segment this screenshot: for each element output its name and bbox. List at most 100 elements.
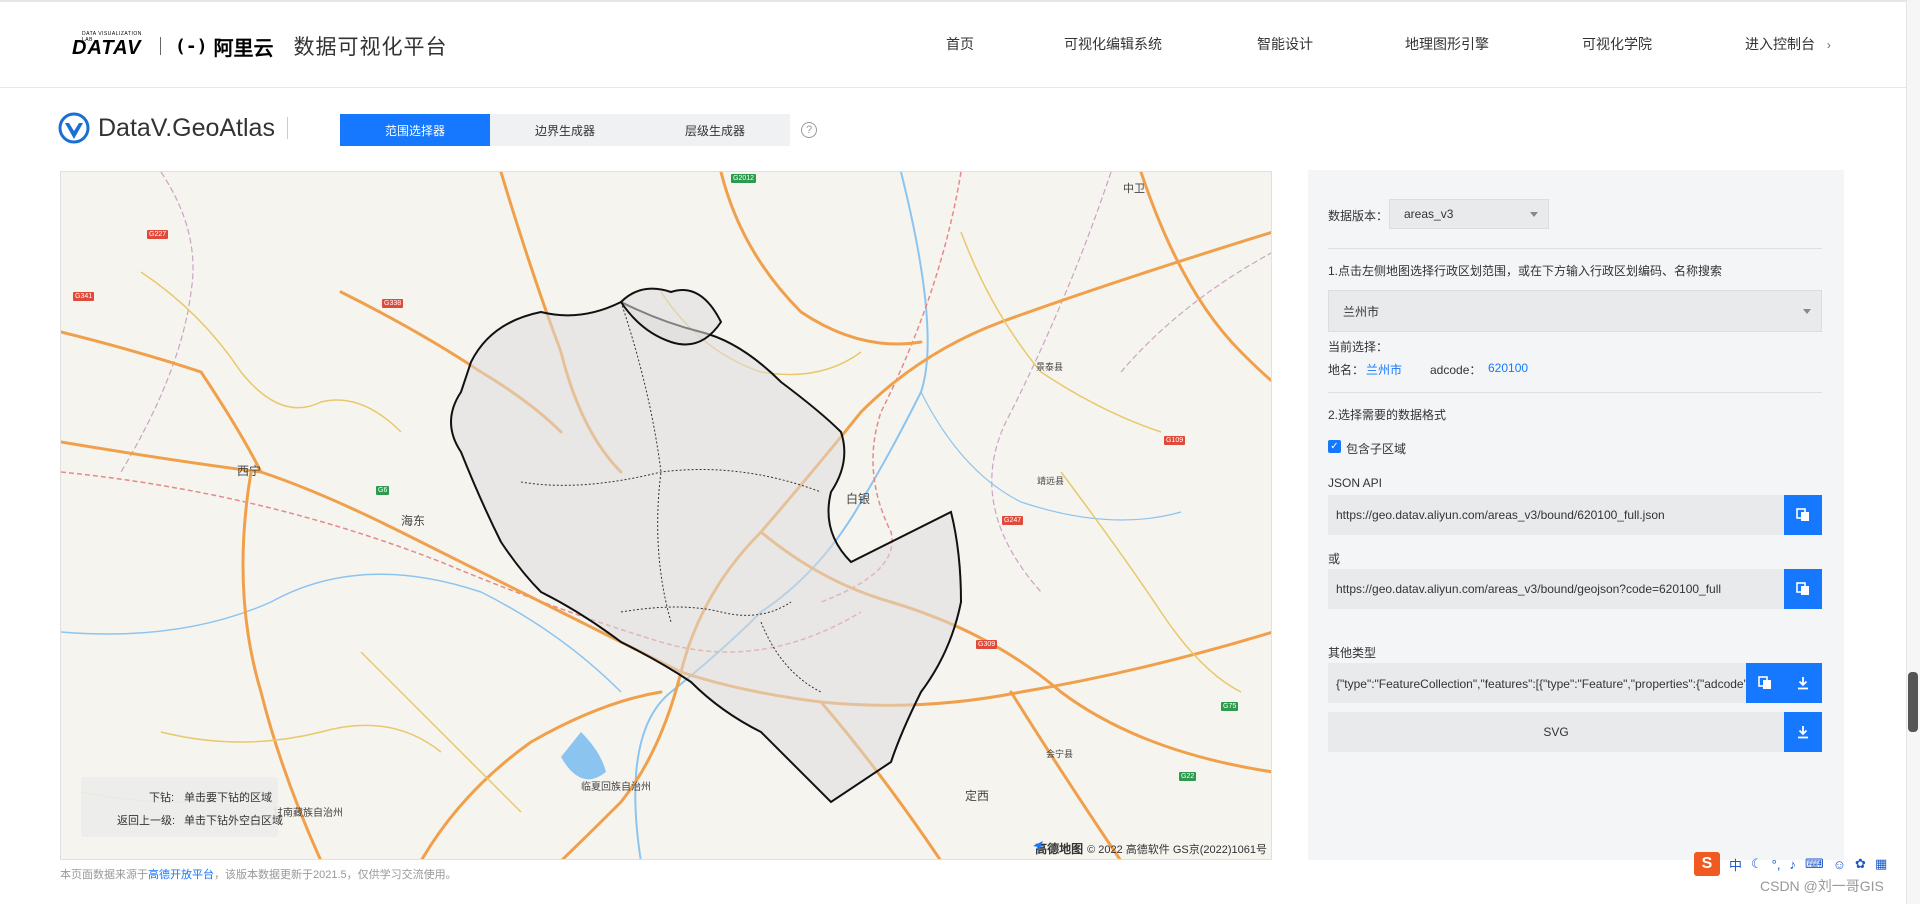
chevron-right-icon: › bbox=[1826, 38, 1831, 52]
map-label-dingxi: 定西 bbox=[965, 789, 990, 803]
geojson-content-field[interactable]: {"type":"FeatureCollection","features":[… bbox=[1328, 663, 1746, 703]
ime-toolbar[interactable]: S 中 ☾ °, ♪ ⌨ ☺ ✿ ▦ bbox=[1694, 852, 1920, 876]
step2-instruction: 2.选择需要的数据格式 bbox=[1328, 408, 1447, 422]
moon-icon[interactable]: ☾ bbox=[1751, 856, 1763, 872]
include-children-checkbox[interactable]: ✓ bbox=[1328, 440, 1341, 453]
map-canvas[interactable]: 西宁 海东 白银 定西 中卫 临夏回族自治州 甘南藏族自治州 靖远县 会宁县 景… bbox=[60, 171, 1272, 860]
copy-icon bbox=[1796, 582, 1809, 595]
aliyun-text: 阿里云 bbox=[213, 37, 274, 60]
amap-logo-icon bbox=[1033, 841, 1044, 851]
json-api-label: JSON API bbox=[1328, 476, 1383, 490]
sogou-ime-icon[interactable]: S bbox=[1694, 852, 1720, 876]
nav-console-label: 进入控制台 bbox=[1745, 36, 1815, 52]
copy-json-api-button[interactable] bbox=[1784, 495, 1822, 535]
adcode-value[interactable]: 620100 bbox=[1488, 361, 1528, 375]
map-label-linxia: 临夏回族自治州 bbox=[581, 782, 651, 793]
road-tag: G6 bbox=[376, 486, 390, 495]
footnote-suffix: ，该版本数据更新于2021.5，仅供学习交流使用。 bbox=[214, 869, 457, 881]
nav-console[interactable]: 进入控制台 › bbox=[1745, 34, 1831, 54]
place-name-label: 地名： bbox=[1328, 363, 1365, 377]
datav-logo-text: DATAV bbox=[72, 37, 142, 59]
amap-open-platform-link[interactable]: 高德开放平台 bbox=[148, 869, 214, 881]
nav-smart-design[interactable]: 智能设计 bbox=[1257, 34, 1313, 54]
page-scrollbar[interactable] bbox=[1906, 0, 1920, 904]
download-svg-button[interactable] bbox=[1784, 712, 1822, 752]
divider bbox=[1328, 248, 1822, 249]
step1-instruction: 1.点击左侧地图选择行政区划范围，或在下方输入行政区划编码、名称搜索 bbox=[1328, 264, 1723, 278]
tab-range-selector[interactable]: 范围选择器 bbox=[340, 114, 490, 146]
csdn-watermark: CSDN @刘一哥GIS bbox=[1760, 878, 1884, 894]
geojson-url-field[interactable]: https://geo.datav.aliyun.com/areas_v3/bo… bbox=[1328, 569, 1784, 609]
aliyun-icon: (-) bbox=[175, 35, 208, 57]
json-api-url-field[interactable]: https://geo.datav.aliyun.com/areas_v3/bo… bbox=[1328, 495, 1784, 535]
tab-level-generator[interactable]: 层级生成器 bbox=[640, 114, 790, 146]
map-label-huining: 会宁县 bbox=[1046, 749, 1074, 759]
hint-back-text: 单击下钻外空白区域 bbox=[184, 815, 283, 827]
aliyun-logo[interactable]: (-) 阿里云 bbox=[175, 32, 274, 61]
or-label: 或 bbox=[1328, 552, 1341, 566]
place-name-value[interactable]: 兰州市 bbox=[1366, 361, 1402, 378]
svg-format-button[interactable]: SVG bbox=[1328, 712, 1784, 752]
keyboard-icon[interactable]: ⌨ bbox=[1805, 856, 1824, 872]
nav-academy[interactable]: 可视化学院 bbox=[1582, 34, 1652, 54]
title-separator bbox=[286, 117, 288, 139]
drilldown-hint: 下钻: 单击要下钻的区域 返回上一级: 单击下钻外空白区域 bbox=[81, 777, 283, 837]
version-select[interactable]: areas_v3 bbox=[1389, 199, 1549, 229]
nav-geo-engine[interactable]: 地理图形引擎 bbox=[1405, 34, 1489, 54]
map-label-jingtai: 景泰县 bbox=[1036, 362, 1064, 372]
tab-boundary-generator[interactable]: 边界生成器 bbox=[490, 114, 640, 146]
data-source-note: 本页面数据来源于高德开放平台，该版本数据更新于2021.5，仅供学习交流使用。 bbox=[60, 866, 457, 882]
hint-back-label: 返回上一级: bbox=[117, 815, 176, 827]
region-value: 兰州市 bbox=[1343, 304, 1380, 319]
chevron-down-icon bbox=[1803, 309, 1811, 314]
top-navbar: DATA VISUALIZATION LAB DATAV (-) 阿里云 数据可… bbox=[0, 0, 1920, 88]
region-select[interactable]: 兰州市 bbox=[1328, 290, 1822, 332]
geoatlas-icon bbox=[58, 112, 90, 144]
platform-title: 数据可视化平台 bbox=[293, 36, 448, 59]
chevron-down-icon bbox=[1530, 212, 1538, 217]
map-label-gannan: 甘南藏族自治州 bbox=[273, 808, 343, 819]
hint-drill-text: 单击要下钻的区域 bbox=[184, 792, 272, 804]
scrollbar-thumb[interactable] bbox=[1908, 672, 1918, 732]
version-value: areas_v3 bbox=[1404, 207, 1454, 221]
road-tag: G341 bbox=[73, 292, 95, 301]
skin-icon[interactable]: ✿ bbox=[1855, 856, 1866, 872]
download-icon bbox=[1798, 726, 1808, 739]
copy-geojson-button[interactable] bbox=[1784, 569, 1822, 609]
brand[interactable]: DATA VISUALIZATION LAB DATAV (-) 阿里云 数据可… bbox=[72, 28, 448, 64]
copy-content-button[interactable] bbox=[1746, 663, 1784, 703]
ime-language-toggle[interactable]: 中 bbox=[1729, 855, 1742, 874]
download-geojson-button[interactable] bbox=[1784, 663, 1822, 703]
map-layer bbox=[61, 172, 1271, 859]
download-icon bbox=[1798, 677, 1808, 690]
datav-logo[interactable]: DATA VISUALIZATION LAB DATAV bbox=[72, 31, 148, 61]
footnote-prefix: 本页面数据来源于 bbox=[60, 869, 148, 881]
divider bbox=[1328, 392, 1822, 393]
user-icon[interactable]: ☺ bbox=[1833, 857, 1846, 872]
microphone-icon[interactable]: ♪ bbox=[1789, 857, 1796, 872]
map-attribution: 高德地图 © 2022 高德软件 GS京(2022)1061号 bbox=[1032, 840, 1267, 857]
copy-icon bbox=[1758, 676, 1771, 689]
include-children-label[interactable]: 包含子区域 bbox=[1346, 440, 1406, 457]
road-tag: G338 bbox=[382, 299, 404, 308]
nav-home[interactable]: 首页 bbox=[946, 34, 974, 54]
hint-drill-label: 下钻: bbox=[149, 792, 175, 804]
options-panel: 数据版本： areas_v3 1.点击左侧地图选择行政区划范围，或在下方输入行政… bbox=[1308, 170, 1844, 860]
grid-icon[interactable]: ▦ bbox=[1875, 856, 1887, 872]
current-selection-label: 当前选择： bbox=[1328, 340, 1389, 354]
adcode-label: adcode： bbox=[1430, 363, 1482, 377]
nav-visual-editor[interactable]: 可视化编辑系统 bbox=[1064, 34, 1162, 54]
road-tag: G109 bbox=[1164, 436, 1186, 445]
map-label-jingyuan: 靖远县 bbox=[1037, 476, 1065, 486]
top-border bbox=[0, 0, 1920, 2]
geoatlas-logo[interactable]: DataV.GeoAtlas bbox=[58, 112, 288, 144]
road-tag: G247 bbox=[1002, 516, 1024, 525]
brand-separator bbox=[160, 37, 161, 55]
help-icon[interactable]: ? bbox=[801, 122, 817, 138]
amap-copyright: © 2022 高德软件 GS京(2022)1061号 bbox=[1087, 843, 1267, 856]
punctuation-icon[interactable]: °, bbox=[1772, 857, 1781, 872]
road-tag: G309 bbox=[976, 640, 998, 649]
road-tag: G227 bbox=[147, 230, 169, 239]
road-tag: G2012 bbox=[731, 174, 757, 183]
road-tag: G75 bbox=[1221, 702, 1239, 711]
